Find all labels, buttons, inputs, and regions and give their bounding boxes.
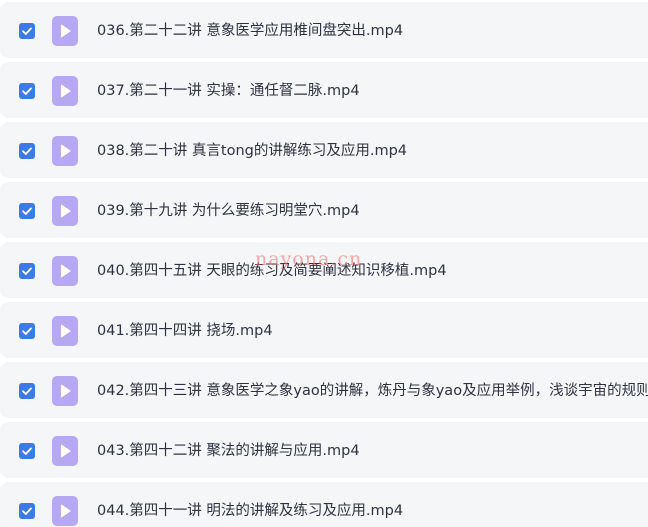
video-file-icon [52, 196, 78, 226]
file-row[interactable]: 041.第四十四讲 挠场.mp4 [0, 302, 648, 358]
file-name: 041.第四十四讲 挠场.mp4 [97, 323, 273, 339]
checkbox[interactable] [19, 83, 35, 99]
check-icon [22, 387, 32, 395]
checkbox[interactable] [19, 503, 35, 519]
file-name: 039.第十九讲 为什么要练习明堂穴.mp4 [97, 203, 360, 219]
checkbox[interactable] [19, 23, 35, 39]
checkbox[interactable] [19, 323, 35, 339]
file-row[interactable]: 042.第四十三讲 意象医学之象yao的讲解，炼丹与象yao及应用举例，浅谈宇宙… [0, 362, 648, 418]
video-file-icon [52, 436, 78, 466]
check-icon [22, 447, 32, 455]
check-icon [22, 207, 32, 215]
file-row[interactable]: 044.第四十一讲 明法的讲解及练习及应用.mp4 [0, 482, 648, 527]
checkbox[interactable] [19, 383, 35, 399]
video-file-icon [52, 376, 78, 406]
video-file-icon [52, 256, 78, 286]
check-icon [22, 27, 32, 35]
check-icon [22, 267, 32, 275]
file-name: 044.第四十一讲 明法的讲解及练习及应用.mp4 [97, 503, 404, 519]
file-row[interactable]: 043.第四十二讲 聚法的讲解与应用.mp4 [0, 422, 648, 478]
checkbox[interactable] [19, 443, 35, 459]
file-list: 036.第二十二讲 意象医学应用椎间盘突出.mp4 037.第二十一讲 实操：通… [0, 0, 648, 527]
file-row[interactable]: 039.第十九讲 为什么要练习明堂穴.mp4 [0, 182, 648, 238]
file-row[interactable]: 040.第四十五讲 天眼的练习及简要阐述知识移植.mp4 [0, 242, 648, 298]
file-name: 038.第二十讲 真言tong的讲解练习及应用.mp4 [97, 143, 408, 159]
video-file-icon [52, 496, 78, 526]
file-name: 042.第四十三讲 意象医学之象yao的讲解，炼丹与象yao及应用举例，浅谈宇宙… [97, 383, 648, 399]
checkbox[interactable] [19, 203, 35, 219]
checkbox[interactable] [19, 263, 35, 279]
check-icon [22, 507, 32, 515]
file-name: 037.第二十一讲 实操：通任督二脉.mp4 [97, 83, 360, 99]
video-file-icon [52, 76, 78, 106]
checkbox[interactable] [19, 143, 35, 159]
video-file-icon [52, 136, 78, 166]
check-icon [22, 327, 32, 335]
video-file-icon [52, 16, 78, 46]
check-icon [22, 87, 32, 95]
file-name: 036.第二十二讲 意象医学应用椎间盘突出.mp4 [97, 23, 404, 39]
file-name: 040.第四十五讲 天眼的练习及简要阐述知识移植.mp4 [97, 263, 447, 279]
file-name: 043.第四十二讲 聚法的讲解与应用.mp4 [97, 443, 360, 459]
file-row[interactable]: 036.第二十二讲 意象医学应用椎间盘突出.mp4 [0, 2, 648, 58]
check-icon [22, 147, 32, 155]
file-row[interactable]: 038.第二十讲 真言tong的讲解练习及应用.mp4 [0, 122, 648, 178]
video-file-icon [52, 316, 78, 346]
file-row[interactable]: 037.第二十一讲 实操：通任督二脉.mp4 [0, 62, 648, 118]
